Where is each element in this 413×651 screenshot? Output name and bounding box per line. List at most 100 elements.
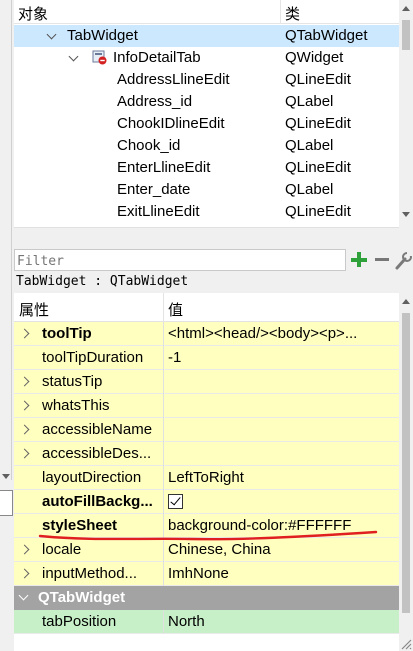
splitter-line — [11, 0, 12, 480]
chevron-down-icon[interactable] — [68, 51, 79, 62]
column-separator — [163, 346, 164, 370]
tree-row-enter-date[interactable]: Enter_date QLabel — [14, 179, 399, 201]
property-row-tooltip[interactable]: toolTip <html><head/><body><p>... — [14, 322, 399, 346]
object-class: QTabWidget — [285, 27, 368, 44]
value-column-header[interactable]: 值 — [168, 299, 183, 320]
column-separator — [163, 466, 164, 490]
object-inspector-hscrollbar[interactable] — [14, 227, 399, 245]
chevron-right-icon[interactable] — [19, 544, 30, 555]
property-row-layoutdirection[interactable]: layoutDirection LeftToRight — [14, 466, 399, 490]
scrollbar-thumb[interactable] — [402, 20, 410, 50]
object-name: TabWidget — [67, 27, 138, 44]
chevron-right-icon[interactable] — [19, 376, 30, 387]
object-class: QLabel — [285, 137, 334, 154]
object-class: QLabel — [285, 93, 334, 110]
property-editor: 属性 值 toolTip <html><head/><body><p>... t… — [14, 293, 399, 651]
object-name: EnterLlineEdit — [117, 159, 211, 176]
current-object-class-label: TabWidget : QTabWidget — [16, 274, 189, 289]
tree-row-infodetailtab[interactable]: InfoDetailTab QWidget — [14, 47, 399, 69]
property-editor-header: 属性 值 — [14, 293, 399, 322]
chevron-right-icon[interactable] — [19, 424, 30, 435]
column-separator — [163, 514, 164, 538]
class-column-header[interactable]: 类 — [285, 3, 300, 24]
property-row-locale[interactable]: locale Chinese, China — [14, 538, 399, 562]
scroll-down-arrow-icon[interactable] — [402, 212, 410, 217]
tree-row-addressllineedit[interactable]: AddressLlineEdit QLineEdit — [14, 69, 399, 91]
left-panel-edge — [0, 0, 14, 651]
chevron-down-icon[interactable] — [46, 29, 57, 40]
add-dynamic-property-button[interactable] — [349, 249, 369, 271]
chevron-down-icon[interactable] — [18, 590, 29, 601]
scroll-down-arrow-icon[interactable] — [2, 474, 10, 479]
property-name: tabPosition — [42, 613, 117, 630]
object-inspector: 对象 类 TabWidget QTabWidget InfoDetailTab … — [14, 0, 399, 227]
column-separator — [163, 490, 164, 514]
object-name: Enter_date — [117, 181, 191, 198]
property-value[interactable]: background-color:#FFFFFF — [168, 517, 398, 534]
column-separator — [163, 418, 164, 442]
chevron-right-icon[interactable] — [19, 568, 30, 579]
property-value[interactable]: <html><head/><body><p>... — [168, 325, 398, 342]
property-value[interactable]: North — [168, 613, 398, 630]
property-row-tabposition[interactable]: tabPosition North — [14, 610, 399, 634]
autofill-checkbox[interactable] — [168, 494, 183, 509]
property-row-statustip[interactable]: statusTip — [14, 370, 399, 394]
tree-row-enterllineedit[interactable]: EnterLlineEdit QLineEdit — [14, 157, 399, 179]
property-value[interactable]: Chinese, China — [168, 541, 398, 558]
object-inspector-scrollbar[interactable] — [399, 0, 413, 227]
object-name: InfoDetailTab — [113, 49, 201, 66]
chevron-right-icon[interactable] — [19, 328, 30, 339]
object-class: QLineEdit — [285, 203, 351, 220]
property-row-whatsthis[interactable]: whatsThis — [14, 394, 399, 418]
chevron-right-icon[interactable] — [19, 448, 30, 459]
configure-button[interactable] — [394, 249, 413, 271]
property-name: statusTip — [42, 373, 103, 390]
property-row-autofillbackground[interactable]: autoFillBackg... — [14, 490, 399, 514]
section-qtabwidget[interactable]: QTabWidget — [14, 586, 399, 610]
property-row-accessiblename[interactable]: accessibleName — [14, 418, 399, 442]
property-value[interactable]: LeftToRight — [168, 469, 398, 486]
filter-input[interactable] — [14, 249, 346, 271]
object-name: Chook_id — [117, 137, 181, 154]
tree-row-address-id[interactable]: Address_id QLabel — [14, 91, 399, 113]
remove-dynamic-property-button[interactable] — [372, 249, 392, 271]
property-name: inputMethod... — [42, 565, 138, 582]
column-separator — [163, 322, 164, 346]
object-name: ExitLlineEdit — [117, 203, 200, 220]
scroll-up-arrow-icon[interactable] — [402, 299, 410, 304]
object-name: AddressLlineEdit — [117, 71, 230, 88]
chevron-right-icon[interactable] — [19, 400, 30, 411]
object-class: QLineEdit — [285, 159, 351, 176]
tree-row-chook-id[interactable]: Chook_id QLabel — [14, 135, 399, 157]
header-separator — [280, 0, 281, 24]
minus-icon — [375, 258, 389, 261]
side-panel-fragment — [0, 490, 13, 516]
header-separator — [163, 293, 164, 322]
property-column-header[interactable]: 属性 — [19, 299, 49, 320]
property-row-inputmethodhints[interactable]: inputMethod... ImhNone — [14, 562, 399, 586]
scroll-up-arrow-icon[interactable] — [402, 6, 410, 11]
property-value[interactable]: -1 — [168, 349, 398, 366]
property-name: styleSheet — [42, 517, 118, 534]
tree-row-exitllineedit[interactable]: ExitLlineEdit QLineEdit — [14, 201, 399, 223]
property-value[interactable]: ImhNone — [168, 565, 398, 582]
property-name: whatsThis — [42, 397, 110, 414]
tree-row-tabwidget[interactable]: TabWidget QTabWidget — [14, 25, 399, 47]
property-row-accessibledescription[interactable]: accessibleDes... — [14, 442, 399, 466]
object-class: QLineEdit — [285, 115, 351, 132]
property-row-stylesheet[interactable]: styleSheet background-color:#FFFFFF — [14, 514, 399, 538]
property-name: toolTip — [42, 325, 92, 342]
object-column-header[interactable]: 对象 — [18, 3, 48, 24]
widget-no-layout-icon — [92, 50, 107, 65]
scrollbar-thumb[interactable] — [402, 313, 410, 613]
tree-row-chookidlineedit[interactable]: ChookIDlineEdit QLineEdit — [14, 113, 399, 135]
size-grip-icon[interactable] — [399, 637, 413, 651]
column-separator — [163, 538, 164, 562]
property-row-tooltipduration[interactable]: toolTipDuration -1 — [14, 346, 399, 370]
property-name: accessibleDes... — [42, 445, 152, 462]
object-class: QWidget — [285, 49, 344, 66]
property-name: layoutDirection — [42, 469, 142, 486]
property-editor-scrollbar[interactable] — [399, 293, 413, 651]
wrench-icon — [395, 251, 412, 270]
object-name: ChookIDlineEdit — [117, 115, 225, 132]
